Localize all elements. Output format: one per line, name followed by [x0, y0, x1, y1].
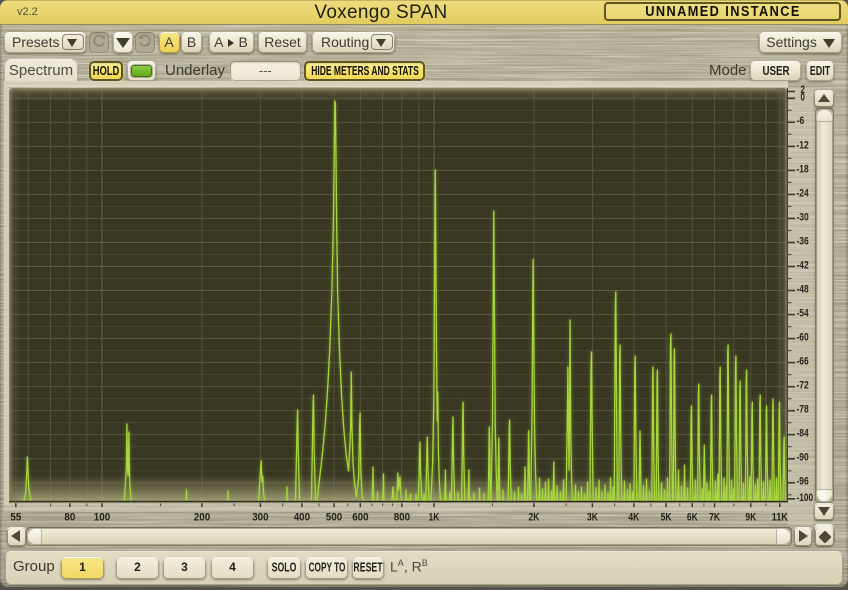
svg-text:7K: 7K: [709, 512, 720, 524]
svg-text:80: 80: [64, 512, 75, 524]
svg-text:400: 400: [294, 512, 310, 524]
svg-text:2K: 2K: [529, 512, 540, 524]
svg-text:-66: -66: [797, 356, 809, 368]
svg-text:800: 800: [394, 512, 410, 524]
svg-text:1K: 1K: [429, 512, 440, 524]
svg-text:-72: -72: [797, 380, 809, 392]
svg-text:-100: -100: [797, 492, 814, 504]
svg-text:100: 100: [94, 512, 110, 524]
svg-text:-54: -54: [797, 308, 809, 320]
svg-text:200: 200: [194, 512, 210, 524]
svg-text:55: 55: [10, 512, 21, 524]
svg-text:11K: 11K: [772, 512, 789, 524]
svg-text:-78: -78: [797, 404, 809, 416]
svg-text:-6: -6: [797, 115, 805, 127]
svg-text:5K: 5K: [661, 512, 672, 524]
svg-text:300: 300: [252, 512, 268, 524]
svg-text:-60: -60: [797, 332, 809, 344]
svg-text:0: 0: [801, 92, 805, 104]
svg-text:-12: -12: [797, 139, 809, 151]
svg-text:-36: -36: [797, 235, 809, 247]
svg-text:-24: -24: [797, 187, 809, 199]
svg-text:4K: 4K: [628, 512, 639, 524]
svg-text:-48: -48: [797, 283, 809, 295]
svg-text:-90: -90: [797, 452, 809, 464]
svg-text:-18: -18: [797, 163, 809, 175]
svg-text:9K: 9K: [745, 512, 756, 524]
svg-text:500: 500: [326, 512, 342, 524]
svg-text:6K: 6K: [687, 512, 698, 524]
svg-text:600: 600: [352, 512, 368, 524]
svg-text:-84: -84: [797, 428, 809, 440]
svg-text:-30: -30: [797, 211, 809, 223]
svg-text:-96: -96: [797, 476, 809, 488]
svg-text:-42: -42: [797, 259, 809, 271]
svg-text:3K: 3K: [587, 512, 598, 524]
